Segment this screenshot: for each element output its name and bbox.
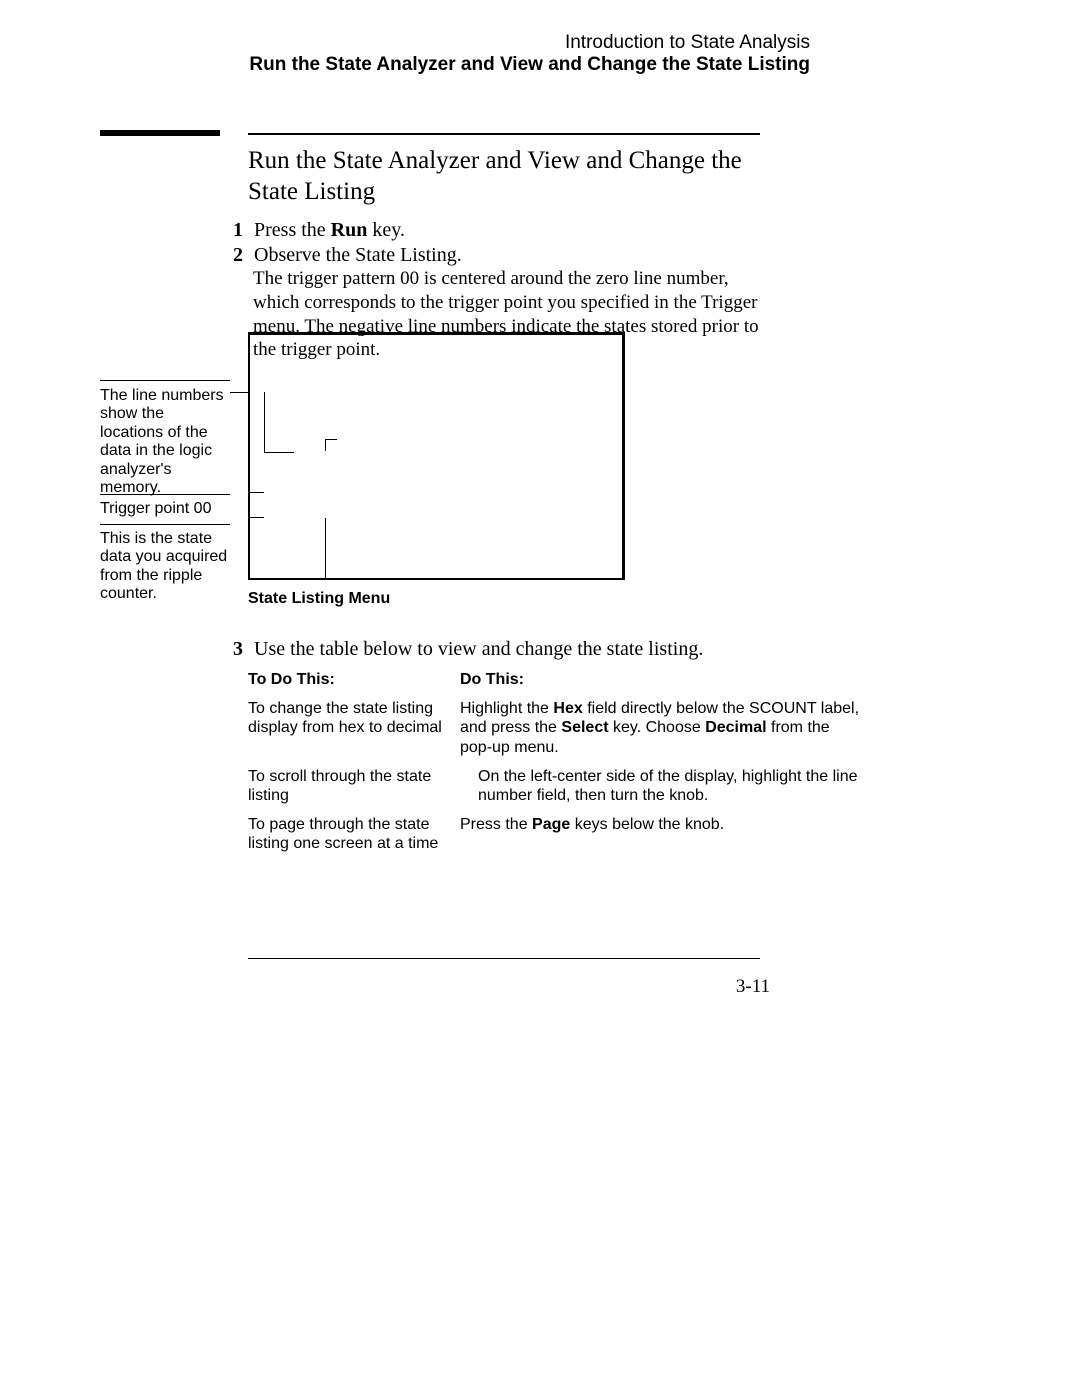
step-2-text: Observe the State Listing. bbox=[254, 244, 462, 266]
leader-line bbox=[248, 517, 264, 518]
annotation-line-numbers: The line numbers show the locations of t… bbox=[100, 387, 230, 497]
leader-line bbox=[230, 392, 248, 393]
table-cell: On the left-center side of the display, … bbox=[460, 767, 878, 805]
leader-line bbox=[264, 441, 265, 452]
table-head-2: Do This: bbox=[460, 670, 860, 689]
leader-line bbox=[325, 439, 337, 440]
leader-line bbox=[264, 452, 294, 453]
step-3: 3 Use the table below to view and change… bbox=[253, 636, 703, 662]
table-cell: To scroll through the state listing bbox=[248, 767, 460, 805]
header-section: Run the State Analyzer and View and Chan… bbox=[249, 54, 810, 76]
state-listing-figure bbox=[248, 332, 625, 580]
text: key. Choose bbox=[609, 719, 706, 736]
page-number: 3-11 bbox=[736, 976, 770, 998]
page-title: Run the State Analyzer and View and Chan… bbox=[248, 145, 788, 208]
annotation-separator bbox=[100, 524, 230, 525]
table-row: To scroll through the state listing On t… bbox=[248, 767, 878, 805]
annotation-separator bbox=[100, 494, 230, 495]
text: Highlight the bbox=[460, 700, 553, 717]
step-1-text-prefix: Press the bbox=[254, 219, 331, 241]
bold-text: Decimal bbox=[705, 719, 766, 736]
leader-line bbox=[325, 518, 326, 578]
table-header: To Do This: Do This: bbox=[248, 670, 878, 689]
text: Press the bbox=[460, 816, 532, 833]
bold-text: Page bbox=[532, 816, 570, 833]
bold-text: Select bbox=[561, 719, 608, 736]
step-1-bold: Run bbox=[331, 219, 368, 241]
step-3-text: Use the table below to view and change t… bbox=[254, 638, 703, 660]
section-marker bbox=[100, 130, 220, 136]
rule-top bbox=[248, 133, 760, 135]
step-1: 1 Press the Run key. bbox=[253, 217, 405, 243]
page: Introduction to State Analysis Run the S… bbox=[0, 0, 1080, 1397]
figure-caption: State Listing Menu bbox=[248, 590, 390, 608]
step-1-text-suffix: key. bbox=[367, 219, 405, 241]
table-cell: Press the Page keys below the knob. bbox=[460, 815, 860, 853]
step-number: 2 bbox=[233, 242, 249, 268]
table-cell: To change the state listing display from… bbox=[248, 699, 460, 757]
table-cell: Highlight the Hex field directly below t… bbox=[460, 699, 860, 757]
step-number: 1 bbox=[233, 217, 249, 243]
leader-line bbox=[325, 439, 326, 451]
table-cell: To page through the state listing one sc… bbox=[248, 815, 460, 853]
table-row: To page through the state listing one sc… bbox=[248, 815, 878, 853]
table-row: To change the state listing display from… bbox=[248, 699, 878, 757]
instruction-table: To Do This: Do This: To change the state… bbox=[248, 670, 878, 864]
header-chapter: Introduction to State Analysis bbox=[565, 32, 810, 54]
rule-bottom bbox=[248, 958, 760, 959]
bold-text: Hex bbox=[553, 700, 582, 717]
annotation-state-data: This is the state data you acquired from… bbox=[100, 530, 230, 604]
text: On the left-center side of the display, … bbox=[478, 768, 857, 804]
text: keys below the knob. bbox=[570, 816, 724, 833]
annotation-separator bbox=[100, 380, 230, 381]
annotation-trigger-point: Trigger point 00 bbox=[100, 500, 230, 518]
leader-line bbox=[248, 492, 264, 493]
step-2: 2 Observe the State Listing. bbox=[253, 242, 462, 268]
table-head-1: To Do This: bbox=[248, 670, 460, 689]
step-number: 3 bbox=[233, 636, 249, 662]
